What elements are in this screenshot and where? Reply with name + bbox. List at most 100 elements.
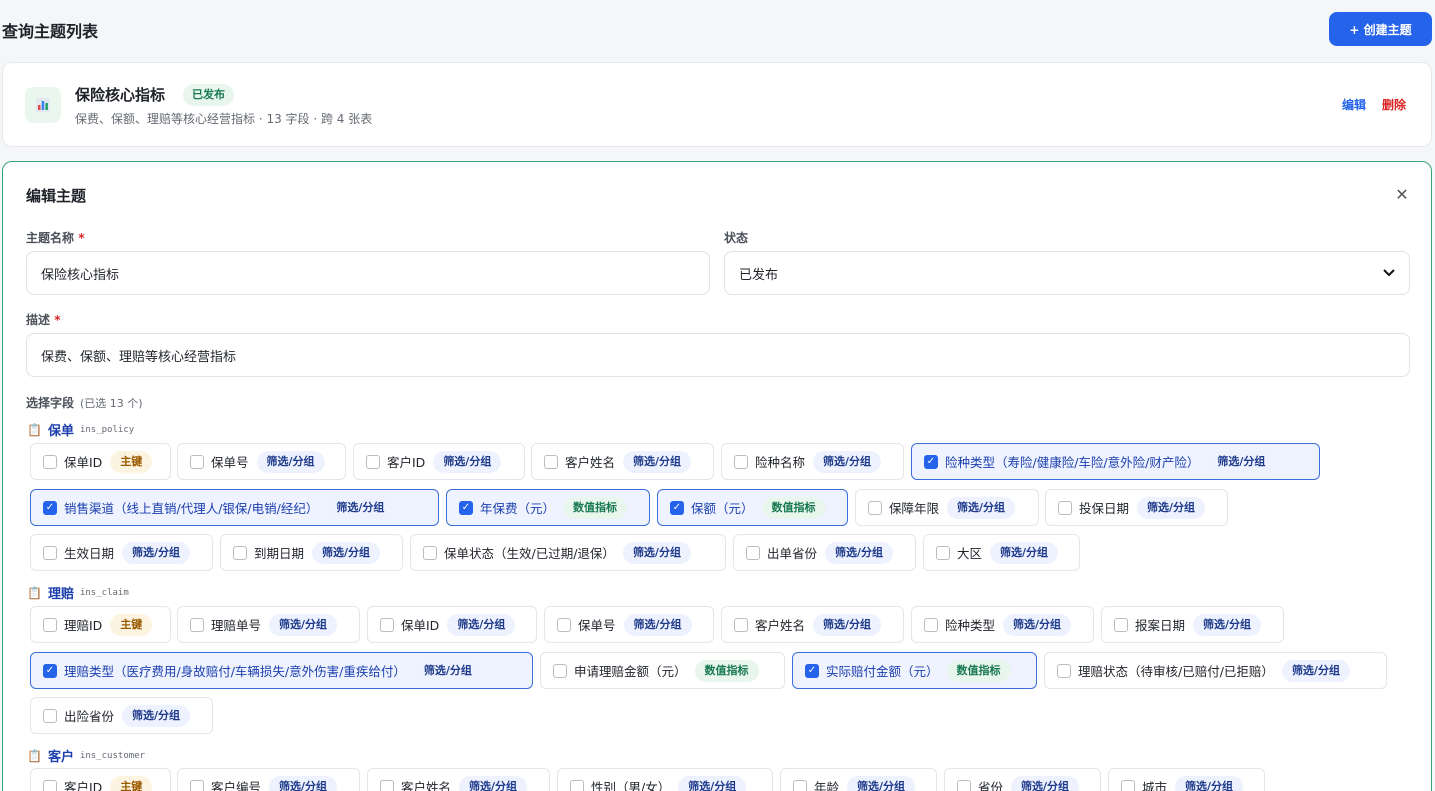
field-checkbox[interactable] — [43, 779, 57, 791]
field-label: 理赔单号 — [211, 618, 262, 633]
field-chip[interactable]: 出单省份 筛选/分组 — [733, 534, 916, 571]
field-chip[interactable]: 保障年限 筛选/分组 — [855, 489, 1039, 526]
field-checkbox[interactable] — [366, 454, 380, 469]
selected-count: (已选 13 个) — [80, 397, 143, 410]
field-tag: 筛选/分组 — [678, 775, 747, 791]
field-tag: 筛选/分组 — [1137, 496, 1206, 519]
field-checkbox[interactable] — [936, 545, 950, 560]
field-chip[interactable]: 客户ID 筛选/分组 — [353, 443, 525, 480]
checkmark-icon[interactable]: ✓ — [43, 663, 57, 678]
field-checkbox[interactable] — [190, 617, 204, 632]
delete-topic-link[interactable]: 删除 — [1382, 96, 1406, 113]
field-checkbox[interactable] — [1121, 779, 1135, 791]
create-topic-button[interactable]: + 创建主题 — [1329, 12, 1432, 46]
clipboard-icon: 📋 — [27, 422, 42, 437]
field-chip[interactable]: 到期日期 筛选/分组 — [220, 534, 403, 571]
field-checkbox[interactable] — [570, 779, 584, 791]
field-tag: 筛选/分组 — [622, 541, 691, 564]
field-chip[interactable]: 理赔状态（待审核/已赔付/已拒赔） 筛选/分组 — [1044, 652, 1387, 689]
field-tag: 筛选/分组 — [1175, 775, 1244, 791]
field-chip[interactable]: ✓ 年保费（元） 数值指标 — [446, 489, 650, 526]
close-icon[interactable]: ✕ — [1393, 186, 1411, 204]
field-chip[interactable]: 城市 筛选/分组 — [1108, 768, 1265, 791]
field-checkbox[interactable] — [43, 454, 57, 469]
field-chip[interactable]: 省份 筛选/分组 — [944, 768, 1101, 791]
status-label: 状态 — [724, 231, 749, 245]
field-chip[interactable]: 申请理赔金额（元） 数值指标 — [540, 652, 785, 689]
field-label: 保单ID — [401, 618, 440, 633]
field-checkbox[interactable] — [1057, 663, 1071, 678]
description-input[interactable] — [26, 333, 1410, 377]
field-checkbox[interactable] — [544, 454, 558, 469]
field-checkbox[interactable] — [734, 454, 748, 469]
field-chip[interactable]: 保单号 筛选/分组 — [177, 443, 346, 480]
field-label: 城市 — [1142, 780, 1168, 791]
field-chip[interactable]: ✓ 销售渠道（线上直销/代理人/银保/电销/经纪） 筛选/分组 — [30, 489, 439, 526]
field-chip[interactable]: 投保日期 筛选/分组 — [1045, 489, 1228, 526]
field-checkbox[interactable] — [233, 545, 247, 560]
field-checkbox[interactable] — [1114, 617, 1128, 632]
field-checkbox[interactable] — [190, 454, 204, 469]
field-chip[interactable]: ✓ 实际赔付金额（元） 数值指标 — [792, 652, 1037, 689]
field-checkbox[interactable] — [557, 617, 571, 632]
field-label: 投保日期 — [1079, 501, 1130, 516]
field-tag: 筛选/分组 — [1193, 613, 1262, 636]
field-checkbox[interactable] — [190, 779, 204, 791]
field-chip[interactable]: 理赔ID 主键 — [30, 606, 171, 643]
checkmark-icon[interactable]: ✓ — [670, 500, 684, 515]
checkmark-icon[interactable]: ✓ — [459, 500, 473, 515]
status-select[interactable]: 已发布 — [724, 251, 1410, 295]
field-chip[interactable]: 保单号 筛选/分组 — [544, 606, 714, 643]
status-badge: 已发布 — [183, 84, 234, 106]
field-checkbox[interactable] — [553, 663, 567, 678]
field-chip[interactable]: 客户姓名 筛选/分组 — [721, 606, 904, 643]
field-chip[interactable]: 理赔单号 筛选/分组 — [177, 606, 360, 643]
field-label: 保障年限 — [889, 501, 940, 516]
field-checkbox[interactable] — [43, 545, 57, 560]
field-checkbox[interactable] — [868, 500, 882, 515]
edit-topic-link[interactable]: 编辑 — [1342, 96, 1366, 113]
field-checkbox[interactable] — [380, 779, 394, 791]
field-chip[interactable]: 客户姓名 筛选/分组 — [531, 443, 714, 480]
field-chip[interactable]: ✓ 理赔类型（医疗费用/身故赔付/车辆损失/意外伤害/重疾给付） 筛选/分组 — [30, 652, 533, 689]
field-chip[interactable]: 生效日期 筛选/分组 — [30, 534, 213, 571]
field-chip[interactable]: 保单状态（生效/已过期/退保） 筛选/分组 — [410, 534, 726, 571]
field-checkbox[interactable] — [43, 617, 57, 632]
field-tag: 筛选/分组 — [990, 541, 1059, 564]
field-label: 客户ID — [387, 455, 426, 470]
field-chip[interactable]: 年龄 筛选/分组 — [780, 768, 937, 791]
field-chip[interactable]: 性别（男/女） 筛选/分组 — [557, 768, 773, 791]
group-table-name: ins_claim — [79, 587, 129, 598]
field-label: 险种类型 — [945, 618, 996, 633]
field-chip[interactable]: 出险省份 筛选/分组 — [30, 697, 213, 734]
field-chip[interactable]: 报案日期 筛选/分组 — [1101, 606, 1284, 643]
field-chip[interactable]: 客户编号 筛选/分组 — [177, 768, 360, 791]
field-chip[interactable]: 险种类型 筛选/分组 — [911, 606, 1094, 643]
field-tag: 主键 — [110, 775, 153, 791]
field-chip[interactable]: ✓ 保额（元） 数值指标 — [657, 489, 848, 526]
field-label: 生效日期 — [64, 546, 115, 561]
field-checkbox[interactable] — [423, 545, 437, 560]
field-chip[interactable]: 险种名称 筛选/分组 — [721, 443, 904, 480]
field-chip[interactable]: 客户ID 主键 — [30, 768, 171, 791]
field-checkbox[interactable] — [734, 617, 748, 632]
field-chip[interactable]: 保单ID 筛选/分组 — [367, 606, 537, 643]
topic-name-input[interactable] — [26, 251, 710, 295]
field-checkbox[interactable] — [746, 545, 760, 560]
field-checkbox[interactable] — [380, 617, 394, 632]
field-checkbox[interactable] — [924, 617, 938, 632]
checkmark-icon[interactable]: ✓ — [43, 500, 57, 515]
field-checkbox[interactable] — [957, 779, 971, 791]
checkmark-icon[interactable]: ✓ — [924, 454, 938, 469]
field-chip[interactable]: ✓ 险种类型（寿险/健康险/车险/意外险/财产险） 筛选/分组 — [911, 443, 1320, 480]
checkmark-icon[interactable]: ✓ — [805, 663, 819, 678]
field-checkbox[interactable] — [793, 779, 807, 791]
field-checkbox[interactable] — [43, 708, 57, 723]
field-label: 保单ID — [64, 455, 103, 470]
field-checkbox[interactable] — [1058, 500, 1072, 515]
field-label: 保单状态（生效/已过期/退保） — [444, 546, 615, 561]
field-chip[interactable]: 大区 筛选/分组 — [923, 534, 1080, 571]
field-chip[interactable]: 客户姓名 筛选/分组 — [367, 768, 550, 791]
field-tag: 主键 — [110, 613, 153, 636]
field-chip[interactable]: 保单ID 主键 — [30, 443, 171, 480]
